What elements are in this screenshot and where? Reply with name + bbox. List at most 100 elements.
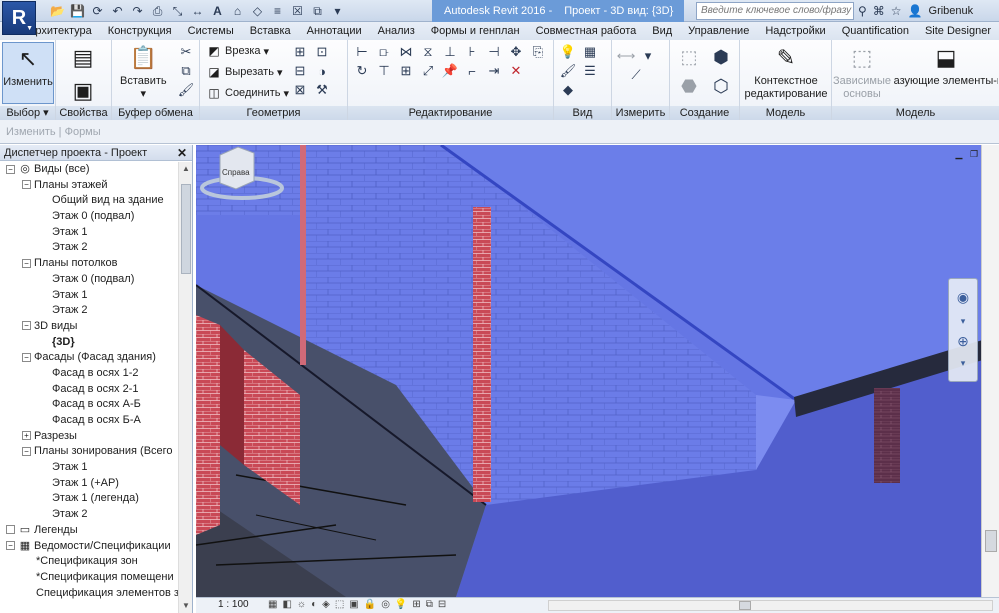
view-scale[interactable]: 1 : 100	[218, 599, 249, 610]
offset-icon[interactable]: ⟥	[376, 44, 392, 60]
tree-node[interactable]: {3D}	[0, 335, 178, 351]
collapse-icon[interactable]: −	[22, 321, 31, 331]
viewport-horizontal-scrollbar[interactable]	[548, 600, 993, 611]
trim-extend-icon[interactable]: ⊤	[376, 63, 392, 79]
lock-3d-icon[interactable]: 🔒	[364, 599, 376, 610]
inplace-edit-button[interactable]: ✎ Контекстное редактирование	[744, 42, 828, 101]
collapse-icon[interactable]: −	[22, 180, 31, 190]
delete-icon[interactable]: ✕	[508, 63, 524, 79]
copy-element-icon[interactable]: ⎘	[530, 44, 546, 60]
browser-scrollbar[interactable]: ▲ ▼	[178, 162, 192, 613]
section-icon[interactable]: ◇	[249, 3, 266, 19]
tab-9[interactable]: Управление	[680, 22, 757, 40]
thin-lines-icon[interactable]: ≡	[269, 3, 286, 19]
scrollbar-thumb[interactable]	[181, 184, 191, 274]
viewcube[interactable]: Справа	[196, 145, 284, 205]
tab-6[interactable]: Формы и генплан	[423, 22, 528, 40]
array-icon[interactable]: ⊞	[398, 63, 414, 79]
unpin-icon[interactable]: ⊣	[486, 44, 502, 60]
undo-icon[interactable]: ↶	[109, 3, 126, 19]
scrollbar-thumb[interactable]	[985, 530, 997, 552]
wall-joins-icon[interactable]: ⊟	[292, 63, 308, 79]
application-menu-button[interactable]: R ▼	[2, 1, 36, 35]
tree-node[interactable]: Фасад в осях 2-1	[0, 382, 178, 398]
tab-2[interactable]: Системы	[180, 22, 242, 40]
linework-icon[interactable]: ☰	[582, 63, 598, 79]
collapse-icon[interactable]: −	[6, 541, 15, 551]
reveal-hidden-icon[interactable]: 💡	[395, 599, 407, 610]
tab-11[interactable]: Quantification	[834, 22, 917, 40]
viewport-vertical-scrollbar[interactable]	[981, 145, 999, 597]
gap-icon[interactable]: ⊦	[464, 44, 480, 60]
tree-node[interactable]: Этаж 1 (+АР)	[0, 476, 178, 492]
modify-button[interactable]: ↖ Изменить	[2, 42, 54, 104]
tree-node[interactable]: Этаж 2	[0, 507, 178, 523]
tree-node[interactable]: ▭ Легенды	[0, 523, 178, 539]
redo-icon[interactable]: ↷	[129, 3, 146, 19]
3d-view-icon[interactable]: ⌂	[229, 3, 246, 19]
join-geometry-button[interactable]: ◫ Соединить ▾	[206, 84, 289, 102]
tree-node[interactable]: Фасад в осях 1-2	[0, 366, 178, 382]
measure-between-icon[interactable]: ⟷	[617, 48, 636, 64]
dimension-aligned-icon[interactable]: ⟋	[618, 67, 654, 83]
save-icon[interactable]: 💾	[69, 3, 86, 19]
close-hidden-icon[interactable]: ☒	[289, 3, 306, 19]
sun-path-icon[interactable]: ☼	[297, 599, 306, 610]
pin-icon[interactable]: 📌	[442, 63, 458, 79]
favorites-star-icon[interactable]: ☆	[891, 4, 902, 18]
scroll-up-icon[interactable]: ▲	[179, 162, 193, 176]
search-input[interactable]: Введите ключевое слово/фразу	[696, 2, 854, 20]
scrollbar-thumb[interactable]	[739, 601, 751, 610]
tree-node[interactable]: Этаж 2	[0, 303, 178, 319]
tab-4[interactable]: Аннотации	[299, 22, 370, 40]
tab-1[interactable]: Конструкция	[100, 22, 180, 40]
analytical-model-icon[interactable]: ⊞	[412, 599, 420, 610]
constraints-icon[interactable]: ⊟	[438, 599, 446, 610]
highlight-displacement-icon[interactable]: ⧉	[426, 599, 433, 610]
demolish-icon[interactable]: ⊠	[292, 82, 308, 98]
split-icon[interactable]: ⊥	[442, 44, 458, 60]
zoom-icon[interactable]: ⊕	[953, 331, 973, 351]
zoom-dropdown-icon[interactable]: ▾	[953, 353, 973, 373]
measure-icon[interactable]: ⤡	[169, 3, 186, 19]
tree-node[interactable]: Этаж 1	[0, 460, 178, 476]
tree-node[interactable]: Этаж 0 (подвал)	[0, 209, 178, 225]
trim-geometry-button[interactable]: ◪ Вырезать ▾	[206, 63, 282, 81]
tree-node[interactable]: − Планы потолков	[0, 256, 178, 272]
copy-icon[interactable]: ⧉	[178, 63, 194, 79]
tree-node[interactable]: Спецификация элементов за	[0, 586, 178, 602]
tab-7[interactable]: Совместная работа	[528, 22, 645, 40]
switch-windows-icon[interactable]: ⧉	[309, 3, 326, 19]
temp-hide-icon[interactable]: ◎	[381, 599, 390, 610]
render-icon[interactable]: ◈	[322, 599, 330, 610]
tab-10[interactable]: Надстройки	[757, 22, 833, 40]
cope-icon[interactable]: ⊞	[292, 44, 308, 60]
collapse-icon[interactable]	[6, 525, 15, 535]
dependent-hosts-button[interactable]: ⬚ Зависимые основы	[833, 42, 891, 101]
paste-button[interactable]: 📋 Вставить ▾	[120, 42, 167, 101]
rotate-icon[interactable]: ↻	[354, 63, 370, 79]
chevron-down-icon[interactable]: ▾	[953, 311, 973, 331]
tree-node[interactable]: Фасад в осях Б-А	[0, 413, 178, 429]
scale-icon[interactable]: ⤢	[420, 63, 436, 79]
brush-icon[interactable]: 🖌	[560, 63, 577, 79]
collapse-icon[interactable]: −	[6, 164, 15, 174]
close-icon[interactable]: ✕	[177, 145, 187, 161]
tree-node[interactable]: Этаж 1 (легенда)	[0, 491, 178, 507]
steering-wheel-icon[interactable]: ◉	[953, 287, 973, 307]
tree-node[interactable]: − Планы зонирования (Всего	[0, 444, 178, 460]
extend-icon[interactable]: ⇥	[486, 63, 502, 79]
crop-view-icon[interactable]: ⬚	[335, 599, 344, 610]
create-parts-icon[interactable]: ⬣	[676, 73, 702, 99]
tree-node[interactable]: Этаж 2	[0, 240, 178, 256]
panel-label-select[interactable]: Выбор ▾	[0, 106, 55, 120]
tree-node[interactable]: *Спецификация помещени	[0, 570, 178, 586]
tree-node[interactable]: Этаж 0 (подвал)	[0, 272, 178, 288]
hammer-icon[interactable]: ⚒	[314, 82, 330, 98]
collapse-icon[interactable]: −	[22, 258, 31, 268]
scroll-down-icon[interactable]: ▼	[179, 599, 193, 613]
tree-node[interactable]: − Фасады (Фасад здания)	[0, 350, 178, 366]
lightbulb-icon[interactable]: 💡	[560, 44, 576, 60]
mirror-draw-icon[interactable]: ⧖	[420, 44, 436, 60]
tab-3[interactable]: Вставка	[242, 22, 299, 40]
